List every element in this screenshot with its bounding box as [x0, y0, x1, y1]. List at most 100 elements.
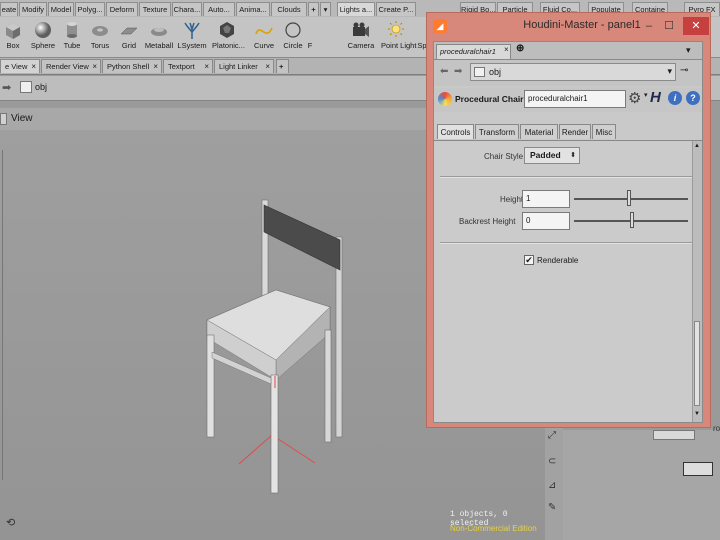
backrest-slider-handle[interactable] — [630, 212, 634, 228]
height-label: Height — [500, 195, 524, 204]
tab-material[interactable]: Material — [520, 124, 558, 139]
path-label[interactable]: obj — [35, 82, 47, 92]
node-header: Procedural Chair proceduralchair1 ⚙ ▾ H … — [434, 88, 702, 112]
tab-scene-view[interactable]: e View × — [0, 59, 40, 73]
scroll-thumb[interactable] — [694, 321, 700, 406]
divider — [440, 242, 692, 244]
forward-arrow-icon[interactable]: ➡ — [2, 81, 11, 94]
shelf-tab-create-particles[interactable]: Create P... — [376, 2, 416, 16]
shelf-tab-deform[interactable]: Deform — [106, 2, 138, 16]
magnet-icon[interactable]: ⊂ — [548, 456, 556, 467]
edition-label: Non-Commercial Edition — [450, 524, 537, 533]
pane-tab-row: proceduralchair1 × ⊕ ▾ — [434, 42, 702, 60]
lsystem-tool[interactable]: LSystem — [177, 18, 207, 56]
shelf-tab-lights[interactable]: Lights a... — [337, 2, 375, 16]
minimize-button[interactable]: – — [639, 17, 659, 35]
window-titlebar[interactable]: ◢ Houdini-Master - panel1 – ☐ ✕ — [427, 13, 710, 39]
height-field[interactable]: 1 — [522, 190, 570, 208]
obj-network-icon — [474, 67, 485, 77]
camera-icon — [353, 22, 369, 37]
add-pane-tab-button[interactable]: + — [276, 59, 289, 73]
axis-gizmo-icon: ⟲ — [6, 517, 16, 529]
ortho-icon[interactable]: ⊿ — [548, 480, 556, 491]
shelf-tab-animation[interactable]: Anima... — [236, 2, 270, 16]
sphere-icon — [35, 22, 51, 38]
panel-path-bar: ⬅ ➡ obj ▾ ⊸ — [434, 60, 702, 86]
tube-tool[interactable]: Tube — [57, 18, 87, 56]
back-arrow-icon[interactable]: ⬅ — [440, 66, 448, 77]
shelf-add-button[interactable]: + — [308, 2, 319, 16]
node-icon[interactable] — [683, 462, 713, 476]
shelf-tab-texture[interactable]: Texture — [139, 2, 171, 16]
height-slider[interactable] — [574, 198, 688, 200]
shelf-tab-clouds[interactable]: Clouds — [271, 2, 307, 16]
point-light-icon — [388, 21, 404, 37]
network-editor[interactable]: roce — [563, 424, 720, 540]
tab-render-view[interactable]: Render View × — [41, 59, 101, 73]
close-icon[interactable]: × — [153, 60, 158, 74]
camera-tool[interactable]: Camera — [346, 18, 376, 56]
grid-tool[interactable]: Grid — [114, 18, 144, 56]
curve-tool[interactable]: Curve — [249, 18, 279, 56]
viewport-handle[interactable] — [0, 113, 7, 125]
sphere-tool[interactable]: Sphere — [28, 18, 58, 56]
node-type-label: Procedural Chair — [455, 94, 524, 104]
tab-python-shell[interactable]: Python Shell × — [102, 59, 162, 73]
chevron-down-icon[interactable]: ▾ — [644, 91, 648, 99]
pin-icon[interactable]: ⊸ — [680, 65, 688, 76]
gear-icon[interactable]: ⚙ — [628, 89, 641, 107]
curve-icon — [255, 27, 273, 35]
display-icon[interactable]: ✎ — [548, 502, 556, 513]
tab-proceduralchair1[interactable]: proceduralchair1 — [436, 44, 511, 59]
shelf-tab-model[interactable]: Model — [48, 2, 74, 16]
renderable-checkbox[interactable]: ✔ — [524, 255, 534, 265]
chair-style-dropdown[interactable]: Padded ⬍ — [524, 147, 580, 164]
close-window-button[interactable]: ✕ — [683, 17, 709, 35]
tab-textport[interactable]: Textport × — [163, 59, 213, 73]
font-tool[interactable]: F — [303, 18, 317, 56]
tab-controls[interactable]: Controls — [437, 124, 474, 139]
height-slider-handle[interactable] — [627, 190, 631, 206]
tab-transform[interactable]: Transform — [475, 124, 519, 139]
view-label: View — [11, 113, 33, 124]
chevron-updown-icon: ⬍ — [570, 152, 576, 159]
tab-render[interactable]: Render — [559, 124, 591, 139]
viewport-left-ruler — [2, 150, 7, 480]
close-icon[interactable]: × — [265, 60, 270, 74]
box-tool[interactable]: Box — [0, 18, 28, 56]
panel-scrollbar[interactable]: ▲ ▼ — [692, 141, 702, 422]
node-tile[interactable] — [653, 430, 695, 440]
close-icon[interactable]: × — [504, 45, 509, 54]
close-icon[interactable]: × — [204, 60, 209, 74]
circle-icon — [285, 22, 301, 38]
shelf-tab-create[interactable]: eate — [0, 2, 18, 16]
tab-light-linker[interactable]: Light Linker × — [214, 59, 274, 73]
node-name-field[interactable]: proceduralchair1 — [524, 90, 626, 108]
info-icon[interactable]: i — [668, 91, 682, 105]
shelf-tab-polygon[interactable]: Polyg... — [75, 2, 105, 16]
shelf-menu-icon[interactable]: ▾ — [320, 2, 331, 16]
close-icon[interactable]: × — [92, 60, 97, 74]
add-tab-button[interactable]: ⊕ — [516, 43, 524, 54]
divider — [440, 176, 692, 178]
maximize-button[interactable]: ☐ — [659, 17, 679, 35]
point-light-tool[interactable]: Point Light — [381, 18, 416, 56]
torus-tool[interactable]: Torus — [85, 18, 115, 56]
snap-icon[interactable]: ⤢ — [548, 430, 556, 441]
forward-arrow-icon[interactable]: ➡ — [454, 66, 462, 77]
shelf-tab-characters[interactable]: Chara... — [172, 2, 202, 16]
pane-menu-icon[interactable]: ▾ — [686, 45, 691, 56]
tab-misc[interactable]: Misc — [592, 124, 616, 139]
houdini-help-icon[interactable]: H — [650, 89, 661, 106]
scroll-up-icon[interactable]: ▲ — [694, 143, 700, 149]
panel-path-field[interactable]: obj ▾ — [470, 63, 676, 81]
close-icon[interactable]: × — [31, 60, 36, 74]
scroll-down-icon[interactable]: ▼ — [694, 411, 700, 417]
backrest-height-field[interactable]: 0 — [522, 212, 570, 230]
chevron-down-icon[interactable]: ▾ — [667, 66, 672, 77]
shelf-tab-modify[interactable]: Modify — [19, 2, 47, 16]
shelf-tab-auto-rigs[interactable]: Auto... — [203, 2, 235, 16]
platonic-tool[interactable]: Platonic... — [212, 18, 245, 56]
metaball-tool[interactable]: Metaball — [144, 18, 174, 56]
help-icon[interactable]: ? — [686, 91, 700, 105]
